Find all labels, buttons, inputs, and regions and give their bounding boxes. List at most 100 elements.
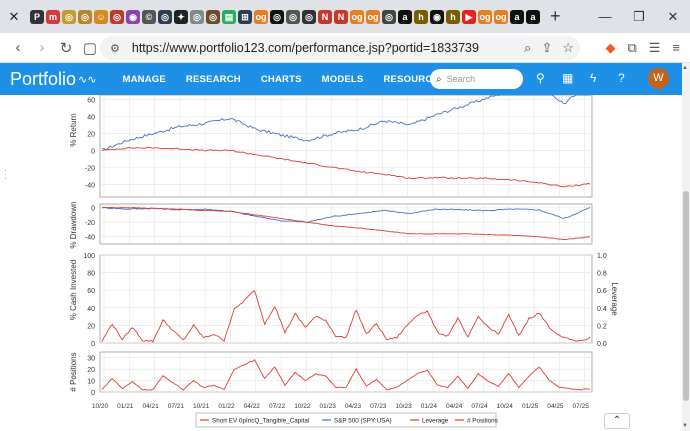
tab-favicon-icon[interactable]: m — [46, 9, 60, 24]
y-tick-label: -40 — [85, 235, 95, 242]
tab-favicon-icon[interactable]: ◎ — [206, 9, 220, 24]
tab-favicon-icon[interactable]: ✦ — [174, 9, 188, 24]
tab-favicon-icon[interactable]: og — [350, 9, 364, 24]
y-tick-label: 0 — [91, 206, 95, 213]
y-tick-label: -40 — [85, 182, 95, 189]
tab-favicon-icon[interactable]: N — [334, 9, 348, 24]
brave-shield-icon[interactable]: ◆ — [605, 40, 615, 56]
forward-icon[interactable]: › — [30, 39, 54, 56]
minimize-icon[interactable]: — — [588, 9, 622, 24]
nav-models[interactable]: MODELS — [312, 74, 374, 85]
charts-svg: -40 -20 0 20 40 60 % Return -40 -20 0 % Drawdown 0 2… — [69, 95, 619, 428]
tab-favicon-icon[interactable]: a — [526, 9, 540, 24]
y-tick-label: 0 — [91, 341, 95, 348]
y-tick-label: 0 — [91, 148, 95, 155]
x-tick-label: 07/23 — [370, 403, 387, 410]
tab-favicon-icon[interactable]: og — [494, 9, 508, 24]
y-right-tick-label: 1.0 — [597, 253, 607, 260]
tab-close-icon[interactable]: ✕ — [0, 0, 28, 33]
tab-favicon-icon[interactable]: N — [318, 9, 332, 24]
tab-favicon-icon[interactable]: P — [30, 9, 44, 24]
tab-favicon-icon[interactable]: ◎ — [190, 9, 204, 24]
grid-icon[interactable]: ▦ — [562, 71, 573, 85]
tab-favicon-icon[interactable]: ◎ — [78, 9, 92, 24]
tab-favicon-icon[interactable]: ◎ — [158, 9, 172, 24]
chart-panel-frame — [99, 95, 593, 198]
tab-favicon-icon[interactable]: ◎ — [302, 9, 316, 24]
reload-icon[interactable]: ↻ — [54, 39, 78, 57]
scroll-up-icon[interactable]: ▲ — [682, 65, 688, 71]
reading-list-icon[interactable]: ☰ — [649, 40, 661, 56]
menu-icon[interactable]: ≡ — [672, 40, 680, 56]
x-tick-label: 01/24 — [421, 403, 438, 410]
search-input[interactable]: ⌕ Search — [430, 69, 523, 89]
bookmarks-icon[interactable]: ▢ — [78, 39, 102, 57]
scroll-thumb[interactable] — [683, 191, 689, 401]
close-window-icon[interactable]: ✕ — [656, 9, 690, 25]
tab-favicon-icon[interactable]: ◉ — [430, 9, 444, 24]
tab-favicon-icon[interactable]: h — [414, 9, 428, 24]
site-header: Portfolio ∿∿ MANAGE RESEARCH CHARTS MODELS R… — [0, 63, 682, 95]
tab-favicon-icon[interactable]: og — [478, 9, 492, 24]
nav-research[interactable]: RESEARCH — [176, 74, 251, 85]
page-scrollbar[interactable]: ▲ ▼ — [682, 63, 690, 431]
tab-favicon-icon[interactable]: a — [510, 9, 524, 24]
tab-favicon-icon[interactable]: og — [254, 9, 268, 24]
site-nav: MANAGE RESEARCH CHARTS MODELS RESOURCES — [112, 74, 455, 85]
legend-label: Short EV 0pIncQ_Tangible_Capital — [212, 418, 309, 425]
tab-favicon-icon[interactable]: h — [446, 9, 460, 24]
tab-favicon-icon[interactable]: ◉ — [126, 9, 140, 24]
legend-label: Leverage — [422, 418, 449, 425]
tab-favicon-icon[interactable]: a — [398, 9, 412, 24]
back-icon[interactable]: ‹ — [6, 39, 30, 56]
nav-charts[interactable]: CHARTS — [251, 74, 312, 85]
x-tick-label: 01/25 — [522, 403, 539, 410]
y-axis-label: % Cash Invested — [69, 260, 78, 320]
x-tick-label: 04/25 — [547, 403, 564, 410]
site-logo[interactable]: Portfolio — [10, 69, 76, 90]
tab-favicon-icon[interactable]: ☺ — [94, 9, 108, 24]
performance-charts: -40 -20 0 20 40 60 % Return -40 -20 0 % Drawdown 0 2… — [0, 95, 682, 431]
help-icon[interactable]: ? — [618, 71, 625, 85]
drag-handle-icon[interactable]: · · · — [4, 166, 7, 183]
tab-favicon-icon[interactable]: og — [366, 9, 380, 24]
x-tick-label: 04/24 — [446, 403, 463, 410]
tab-favicon-icon[interactable]: ◎ — [110, 9, 124, 24]
y-tick-label: 40 — [87, 115, 95, 122]
tab-favicon-icon[interactable]: ⊞ — [238, 9, 252, 24]
y-axis-label: % Drawdown — [69, 201, 78, 248]
tab-favicon-icon[interactable]: ▶ — [462, 9, 476, 24]
x-tick-label: 01/21 — [117, 403, 134, 410]
lightning-icon[interactable]: ϟ — [590, 71, 596, 85]
tab-favicon-icon[interactable]: ◎ — [270, 9, 284, 24]
avatar[interactable]: W — [648, 68, 669, 89]
url-text[interactable]: https://www.portfolio123.com/performance… — [132, 41, 479, 55]
tab-favicon-icon[interactable]: © — [142, 9, 156, 24]
new-tab-button[interactable]: + — [550, 6, 561, 27]
zoom-icon[interactable]: ⌕ — [524, 40, 531, 56]
scroll-top-button[interactable]: ⌃ — [604, 413, 630, 429]
bookmark-star-icon[interactable]: ☆ — [562, 40, 574, 56]
y-tick-label: 20 — [87, 132, 95, 139]
y-right-tick-label: 0.8 — [597, 271, 607, 278]
tab-favicon-icon[interactable]: ◎ — [382, 9, 396, 24]
y-tick-label: 60 — [87, 288, 95, 295]
tab-favicon-icon[interactable]: ◎ — [286, 9, 300, 24]
share-icon[interactable]: ⇪ — [541, 40, 552, 56]
y-axis-label: % Return — [69, 113, 78, 146]
site-info-icon[interactable]: ⚙ — [110, 42, 120, 55]
y-tick-label: 100 — [83, 253, 95, 260]
nav-manage[interactable]: MANAGE — [112, 74, 175, 85]
tab-favicon-icon[interactable]: ◎ — [62, 9, 76, 24]
x-tick-label: 10/20 — [92, 403, 109, 410]
url-field[interactable]: ⚙ https://www.portfolio123.com/performan… — [100, 36, 580, 60]
pin-icon[interactable]: ⚲ — [536, 71, 545, 85]
x-tick-label: 01/22 — [218, 403, 235, 410]
restore-icon[interactable]: ❐ — [622, 9, 656, 25]
extensions-icon[interactable]: ⧉ — [627, 40, 636, 56]
x-tick-label: 04/21 — [142, 403, 159, 410]
tab-favicon-icon[interactable]: ▤ — [222, 9, 236, 24]
y-tick-label: 30 — [87, 356, 95, 363]
y-right-axis-label: Leverage — [610, 282, 619, 316]
scroll-down-icon[interactable]: ▼ — [682, 423, 688, 429]
